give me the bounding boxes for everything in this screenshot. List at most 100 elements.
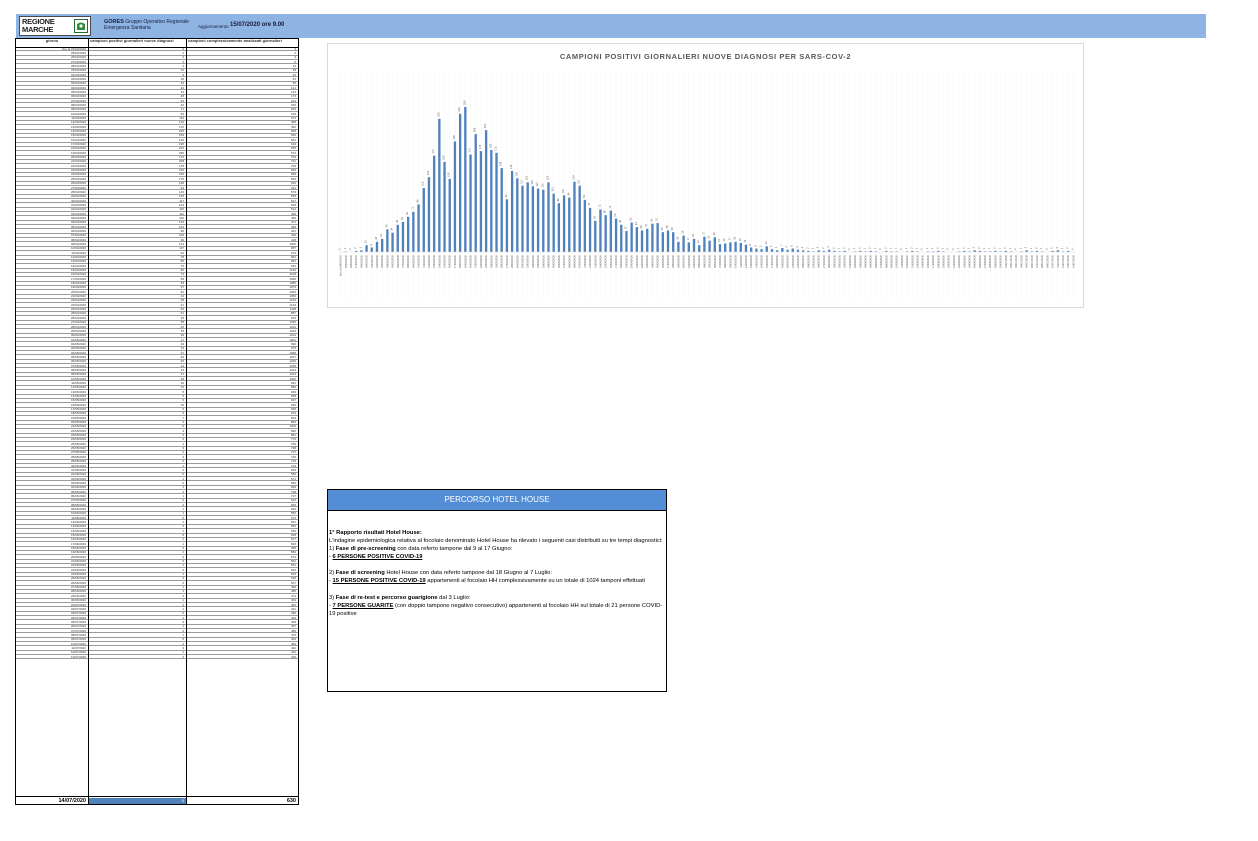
bar	[672, 232, 675, 252]
category-label: 13/07/2020	[1066, 254, 1070, 268]
data-label: 175	[494, 146, 498, 151]
data-label: 2	[1003, 247, 1007, 249]
bar	[542, 189, 545, 252]
data-label: 256	[462, 100, 466, 105]
category-label: 08/07/2020	[1040, 254, 1044, 268]
category-label: 20/04/2020	[630, 254, 634, 268]
data-label: 215	[483, 123, 487, 128]
bar	[661, 232, 664, 252]
category-label: 23/05/2020	[801, 254, 805, 268]
category-label: 29/04/2020	[676, 254, 680, 268]
bar	[396, 224, 399, 252]
data-label: 2	[868, 247, 872, 249]
data-label: 2	[909, 247, 913, 249]
category-label: 28/02/2020	[359, 254, 363, 268]
category-label: 05/06/2020	[869, 254, 873, 268]
category-label: 06/05/2020	[713, 254, 717, 268]
regione-marche-logo: REGIONE MARCHE	[19, 16, 91, 36]
category-label: 02/06/2020	[853, 254, 857, 268]
data-label: 1	[966, 247, 970, 249]
category-label: 22/05/2020	[796, 254, 800, 268]
category-label: 23/06/2020	[962, 254, 966, 268]
data-label: 3	[816, 246, 820, 248]
category-label: 22/06/2020	[957, 254, 961, 268]
category-label: 20/06/2020	[947, 254, 951, 268]
data-label: 100	[561, 188, 565, 193]
data-label: 112	[535, 182, 539, 187]
category-label: 09/05/2020	[728, 254, 732, 268]
data-label: 1	[343, 247, 347, 249]
data-label: 52	[629, 217, 633, 220]
category-label: 07/03/2020	[401, 254, 405, 268]
bar	[490, 150, 493, 252]
data-label: 38	[639, 225, 643, 228]
category-label: 09/04/2020	[572, 254, 576, 268]
category-label: 11/03/2020	[422, 254, 426, 267]
category-label: 06/04/2020	[557, 254, 561, 268]
category-label: 27/02/2020	[354, 254, 358, 268]
bar	[646, 228, 649, 252]
bar	[573, 181, 576, 252]
data-label: 18	[733, 236, 737, 239]
bar	[755, 248, 758, 252]
data-label: 0	[1013, 248, 1017, 250]
data-label: 3	[972, 246, 976, 248]
bar	[516, 178, 519, 252]
data-label: 44	[634, 222, 638, 225]
category-label: 30/03/2020	[521, 254, 525, 268]
category-label: 24/06/2020	[967, 254, 971, 268]
total-samples: 630	[286, 798, 296, 804]
positives-chart: CAMPIONI POSITIVI GIORNALIERI NUOVE DIAG…	[327, 43, 1084, 308]
bar	[604, 215, 607, 252]
category-label: 26/06/2020	[978, 254, 982, 268]
category-label: 04/07/2020	[1019, 254, 1023, 268]
category-label: 12/03/2020	[427, 254, 431, 268]
hotel-house-panel: PERCORSO HOTEL HOUSE 1° Rapporto risulta…	[327, 489, 667, 692]
bar	[406, 216, 410, 252]
data-label: 0	[348, 248, 352, 250]
gores-title: GORES Gruppo Operativo Regionale Emergen…	[104, 19, 194, 31]
category-label: 01/07/2020	[1004, 254, 1008, 268]
bar	[666, 230, 670, 252]
bar	[375, 241, 379, 252]
bar	[614, 218, 618, 252]
category-label: 31/05/2020	[843, 254, 847, 268]
category-label: 27/04/2020	[666, 254, 670, 268]
data-label: 16	[738, 237, 742, 240]
category-label: 29/06/2020	[993, 254, 997, 268]
data-label: 1	[1018, 247, 1022, 249]
data-label: 170	[431, 149, 435, 154]
bar	[432, 155, 436, 252]
hotel-house-report: 1° Rapporto risultati Hotel House: L'ind…	[329, 529, 665, 618]
category-label: 08/04/2020	[567, 254, 571, 268]
bar	[391, 232, 394, 252]
data-label: 0	[338, 248, 342, 250]
category-label: 08/03/2020	[406, 254, 410, 268]
data-label: 6	[753, 245, 757, 247]
data-label: 86	[556, 198, 560, 201]
bar	[583, 199, 587, 252]
bar	[630, 222, 633, 252]
data-label: 172	[468, 148, 472, 153]
bar	[495, 152, 498, 252]
category-label: 22/03/2020	[479, 254, 483, 268]
bar	[718, 244, 722, 252]
category-label: 21/04/2020	[635, 254, 639, 268]
category-label: 28/05/2020	[827, 254, 831, 268]
bar	[557, 203, 561, 252]
category-label: 16/06/2020	[926, 254, 930, 268]
report-title: 1° Rapporto risultati Hotel House:	[329, 530, 422, 536]
category-label: 14/07/2020	[1071, 254, 1075, 268]
data-label: 2	[977, 247, 981, 249]
bar	[750, 247, 753, 252]
bar	[640, 230, 644, 252]
category-label: 05/07/2020	[1025, 254, 1029, 268]
bar	[422, 187, 425, 252]
category-label: 26/02/2020	[349, 254, 353, 268]
data-label: 35	[670, 227, 674, 230]
category-label: 15/03/2020	[443, 254, 447, 268]
category-label: 13/06/2020	[910, 254, 914, 268]
bar	[443, 161, 446, 252]
data-label: 38	[665, 225, 669, 228]
data-label: 3	[800, 246, 804, 248]
